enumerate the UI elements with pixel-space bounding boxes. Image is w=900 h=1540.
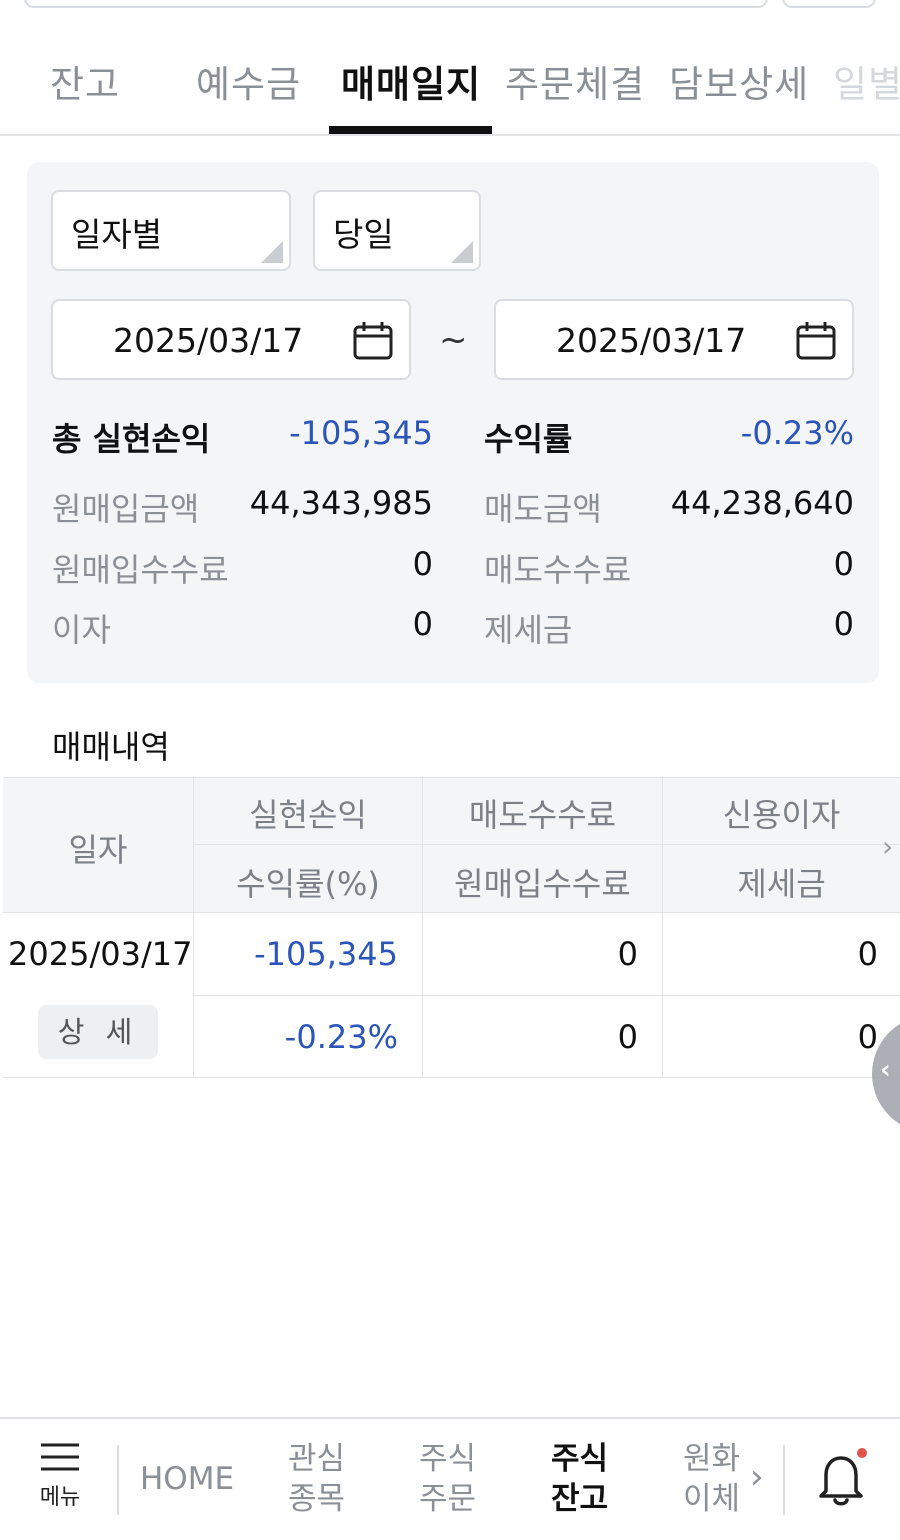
header-divider (194, 844, 900, 845)
nav-watchlist-line1: 관심 (288, 1441, 346, 1477)
dropdown-corner-icon (261, 241, 283, 263)
row-date: 2025/03/17 (8, 935, 193, 973)
end-date-value: 2025/03/17 (556, 321, 747, 360)
chevron-right-icon[interactable]: › (750, 1457, 764, 1497)
col-header-sell-fee: 매도수수료 (468, 796, 617, 834)
nav-watchlist[interactable]: 관심 종목 (288, 1439, 345, 1519)
nav-krw-transfer-line2: 이체 (683, 1481, 741, 1517)
nav-stock-order-line2: 주문 (419, 1481, 477, 1517)
sell-fee-label: 매도수수료 (484, 551, 632, 589)
range-select[interactable]: 당일 (313, 190, 481, 271)
tab-trade-journal[interactable]: 매매일지 (341, 54, 481, 108)
menu-button[interactable]: 메뉴 (36, 1441, 84, 1511)
table-bottom-border (3, 1077, 900, 1078)
bell-icon (819, 1448, 867, 1506)
start-date-field[interactable]: 2025/03/17 (51, 299, 411, 380)
calendar-icon[interactable] (353, 321, 393, 361)
sell-amount-label: 매도금액 (484, 490, 602, 528)
tab-daily[interactable]: 일별 (833, 54, 900, 108)
col-header-tax: 제세금 (737, 865, 826, 903)
notification-dot (857, 1448, 867, 1458)
buy-amount-value: 44,343,985 (249, 484, 433, 522)
calendar-icon[interactable] (796, 321, 836, 361)
search-button[interactable] (782, 0, 876, 8)
nav-watchlist-line2: 종목 (288, 1481, 346, 1517)
tab-deposit[interactable]: 예수금 (196, 54, 301, 108)
row-sell-fee: 0 (617, 935, 638, 973)
detail-button[interactable]: 상 세 (38, 1005, 158, 1059)
chevron-left-icon: ‹ (880, 1055, 891, 1085)
range-value: 당일 (333, 215, 394, 254)
nav-home[interactable]: HOME (140, 1459, 234, 1499)
nav-stock-balance-line2: 잔고 (551, 1481, 609, 1517)
nav-stock-order-line1: 주식 (419, 1441, 477, 1477)
tax-label: 제세금 (484, 611, 573, 649)
sell-amount-value: 44,238,640 (670, 484, 854, 522)
row-realized-pl: -105,345 (254, 935, 398, 973)
nav-stock-balance-line1: 주식 (551, 1441, 609, 1477)
date-range-separator: ~ (439, 320, 468, 360)
start-date-value: 2025/03/17 (113, 321, 304, 360)
col-header-return-pct: 수익률(%) (236, 865, 380, 903)
col-header-buy-fee: 원매입수수료 (454, 865, 631, 903)
row-return-pct: -0.23% (284, 1018, 398, 1056)
nav-krw-transfer-line1: 원화 (683, 1441, 741, 1477)
buy-fee-value: 0 (412, 545, 433, 583)
nav-krw-transfer[interactable]: 원화 이체 (683, 1439, 740, 1519)
nav-stock-order[interactable]: 주식 주문 (419, 1439, 476, 1519)
tab-balance[interactable]: 잔고 (50, 54, 120, 108)
menu-label: 메뉴 (39, 1485, 81, 1510)
chevron-right-icon[interactable]: › (882, 830, 893, 863)
active-tab-indicator (329, 126, 492, 134)
search-bar[interactable] (24, 0, 768, 8)
tab-bar: 잔고 예수금 매매일지 주문체결 담보상세 일별 (0, 40, 900, 136)
row-tax: 0 (857, 1018, 878, 1056)
tab-order-execution[interactable]: 주문체결 (505, 54, 645, 108)
buy-amount-label: 원매입금액 (52, 490, 200, 528)
total-realized-pl-label: 총 실현손익 (52, 420, 211, 458)
dropdown-corner-icon (451, 241, 473, 263)
return-rate-value: -0.23% (740, 414, 854, 452)
nav-separator (783, 1445, 785, 1515)
interest-value: 0 (412, 605, 433, 643)
col-header-credit-interest: 신용이자 (722, 796, 841, 834)
row-credit-interest: 0 (857, 935, 878, 973)
tax-value: 0 (833, 605, 854, 643)
bottom-nav: 메뉴 HOME 관심 종목 주식 주문 주식 잔고 원화 이체 › (0, 1417, 900, 1540)
period-type-value: 일자별 (71, 215, 163, 254)
end-date-field[interactable]: 2025/03/17 (494, 299, 854, 380)
interest-label: 이자 (52, 611, 111, 649)
total-realized-pl-value: -105,345 (289, 414, 433, 452)
row-buy-fee: 0 (617, 1018, 638, 1056)
nav-stock-balance[interactable]: 주식 잔고 (551, 1439, 608, 1519)
row-divider (194, 995, 900, 996)
sell-fee-value: 0 (833, 545, 854, 583)
return-rate-label: 수익률 (484, 420, 573, 458)
notification-button[interactable] (814, 1447, 870, 1519)
nav-separator (117, 1445, 119, 1515)
period-type-select[interactable]: 일자별 (51, 190, 291, 271)
hamburger-icon (41, 1443, 79, 1471)
buy-fee-label: 원매입수수료 (52, 551, 229, 589)
tab-collateral-detail[interactable]: 담보상세 (669, 54, 809, 108)
col-header-date: 일자 (68, 831, 128, 869)
trade-history-title: 매매내역 (52, 728, 170, 766)
col-header-realized-pl: 실현손익 (249, 796, 367, 834)
